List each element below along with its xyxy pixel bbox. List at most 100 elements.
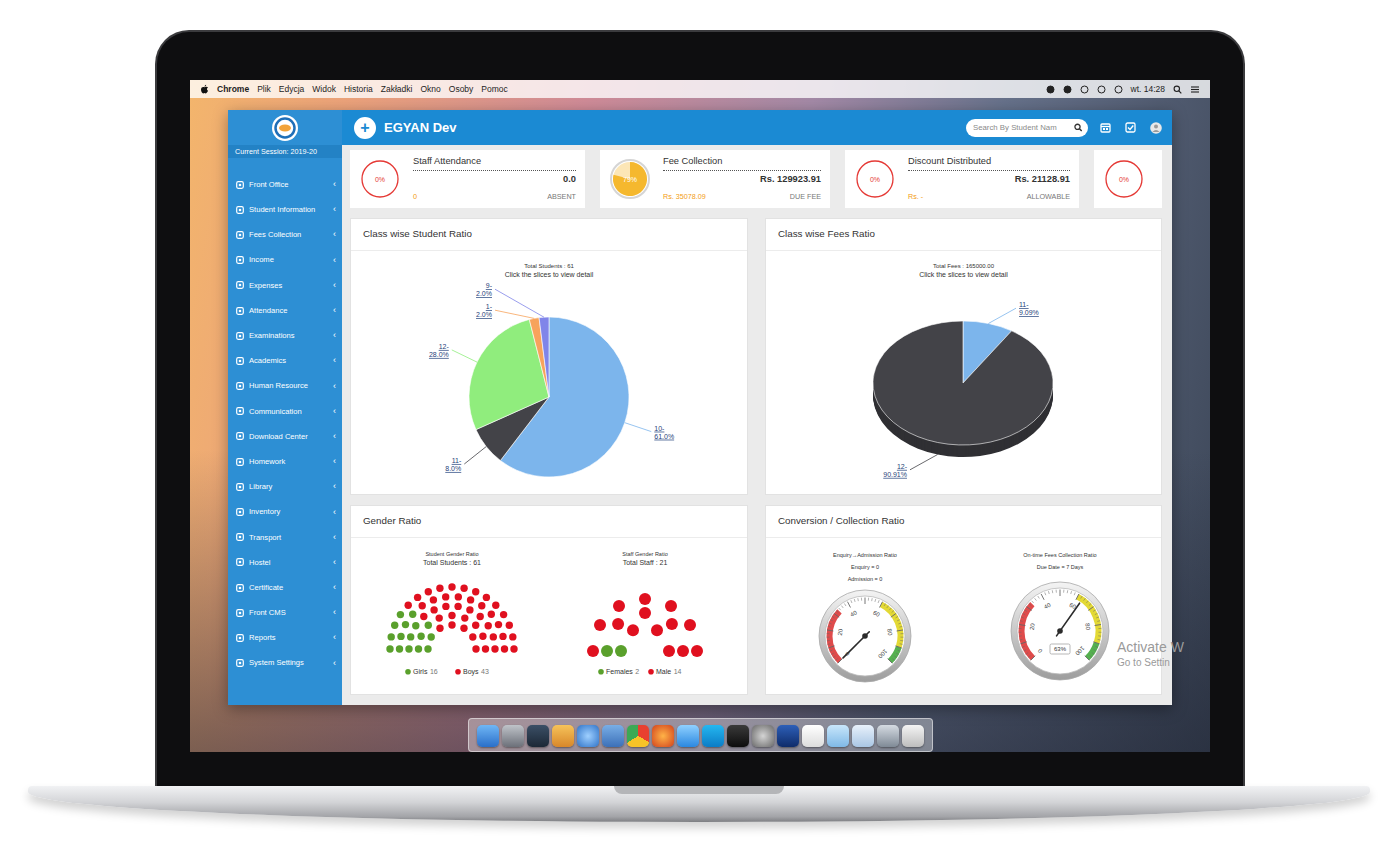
expand-arrow: ‹ [333,508,336,517]
dock-app-icon[interactable] [552,725,574,747]
sidebar-item-label: Fees Collection [249,229,328,240]
dock-app-icon[interactable] [627,725,649,747]
user-avatar-icon[interactable] [1150,122,1162,134]
notification-list-icon[interactable] [1190,85,1200,94]
status-icon[interactable] [1097,85,1106,94]
status-icon[interactable] [1080,85,1089,94]
stat-text: Fee CollectionRs. 129923.91Rs. 35078.09D… [663,155,821,203]
dock-app-icon[interactable] [602,725,624,747]
search-input[interactable] [973,122,1074,134]
seat-dot [665,600,677,612]
menu-bar-app[interactable]: Chrome [217,83,249,96]
status-icon[interactable] [1063,85,1072,94]
slice-label[interactable]: 12-28.0% [429,343,450,358]
sidebar-item-label: Communication [249,406,328,417]
dock-app-icon[interactable] [777,725,799,747]
sidebar-item[interactable]: Communication‹ [228,399,342,424]
dock-app-icon[interactable] [827,725,849,747]
dock-app-icon[interactable] [877,725,899,747]
search-icon[interactable] [1074,123,1082,132]
sidebar-item[interactable]: Homework‹ [228,449,342,474]
calendar-icon[interactable] [1100,122,1111,133]
gauge-tick-label: 0 [1036,647,1043,654]
sidebar-item[interactable]: Human Resource‹ [228,374,342,399]
dock-app-icon[interactable] [477,725,499,747]
menu-bar-item[interactable]: Zakładki [381,83,413,96]
gauge-tick-label: 100 [1074,645,1086,657]
status-icon[interactable] [1046,85,1055,94]
dock-app-icon[interactable] [752,725,774,747]
seat-dot [455,593,462,600]
menu-bar-item[interactable]: Historia [344,83,373,96]
sidebar-item[interactable]: Fees Collection‹ [228,222,342,247]
seat-dot [485,622,492,629]
menu-bar-item[interactable]: Osoby [449,83,474,96]
sidebar-item[interactable]: Download Center‹ [228,424,342,449]
sidebar-item[interactable]: Library‹ [228,474,342,499]
conversion-gauges: Enquiry→Admission RatioEnquiry = 0Admiss… [766,538,1161,694]
dock-app-icon[interactable] [652,725,674,747]
sidebar-item[interactable]: Academics‹ [228,348,342,373]
pie-slice[interactable] [529,318,549,397]
dock-app-icon[interactable] [702,725,724,747]
expand-arrow: ‹ [333,533,336,542]
stat-sub-label: ABSENT [547,192,576,203]
apple-icon[interactable] [200,84,209,94]
slice-label[interactable]: 11-8.0% [445,457,462,472]
dock-app-icon[interactable] [802,725,824,747]
seat-dot [615,645,627,657]
stat-sub-row: Rs. -ALLOWABLE [908,192,1070,203]
chart-title: Student Gender Ratio [425,551,478,557]
sidebar-item[interactable]: System Settings‹ [228,651,342,676]
menu-bar-item[interactable]: Okno [420,83,440,96]
school-logo-icon[interactable] [271,114,299,142]
chart-total: Total Staff : 21 [623,559,668,566]
browser-window: Current Session: 2019-20Front Office‹Stu… [228,110,1172,705]
laptop-base [28,786,1370,822]
slice-label[interactable]: 1-2.0% [476,303,493,318]
seat-dot [639,593,651,605]
stat-card: 79%Fee CollectionRs. 129923.91Rs. 35078.… [600,150,830,208]
dock-app-icon[interactable] [577,725,599,747]
status-icon[interactable] [1114,85,1123,94]
dock-app-icon[interactable] [502,725,524,747]
clock[interactable]: wt. 14:28 [1131,83,1166,96]
gauge-info: Admission = 0 [848,576,883,582]
pie-slice[interactable] [539,317,549,397]
pie-slice[interactable] [873,321,1053,445]
seat-dot [436,625,443,632]
spotlight-icon[interactable] [1173,85,1182,94]
dock-app-icon[interactable] [727,725,749,747]
menu-bar-item[interactable]: Plik [257,83,271,96]
sidebar-item[interactable]: Examinations‹ [228,323,342,348]
seat-dot [490,633,497,640]
dock-app-icon[interactable] [902,725,924,747]
dock-app-icon[interactable] [852,725,874,747]
gauge-tick-label: 100 [877,648,889,660]
sidebar-item[interactable]: Certificate‹ [228,575,342,600]
slice-label[interactable]: 11-9.09% [1019,301,1039,316]
seat-dot [466,606,473,613]
slice-label[interactable]: 12-90.91% [883,463,907,478]
dock-app-icon[interactable] [677,725,699,747]
sidebar-item[interactable]: Income‹ [228,248,342,273]
sidebar-item[interactable]: Hostel‹ [228,550,342,575]
dock-app-icon[interactable] [527,725,549,747]
task-check-icon[interactable] [1125,122,1136,133]
slice-label[interactable]: 10-61.0% [654,425,674,440]
add-button[interactable]: + [354,117,376,139]
menu-bar-item[interactable]: Edycja [279,83,305,96]
expand-arrow: ‹ [333,432,336,441]
menu-bar-item[interactable]: Pomoc [481,83,507,96]
sidebar-item[interactable]: Student Information‹ [228,197,342,222]
sidebar-item[interactable]: Reports‹ [228,625,342,650]
sidebar-item[interactable]: Transport‹ [228,525,342,550]
menu-bar-item[interactable]: Widok [312,83,336,96]
seat-dot [479,633,486,640]
sidebar-item[interactable]: Front CMS‹ [228,600,342,625]
sidebar-item[interactable]: Inventory‹ [228,499,342,524]
sidebar-item[interactable]: Front Office‹ [228,172,342,197]
sidebar-item[interactable]: Attendance‹ [228,298,342,323]
sidebar-item[interactable]: Expenses‹ [228,273,342,298]
slice-label[interactable]: 9-2.0% [476,282,493,297]
